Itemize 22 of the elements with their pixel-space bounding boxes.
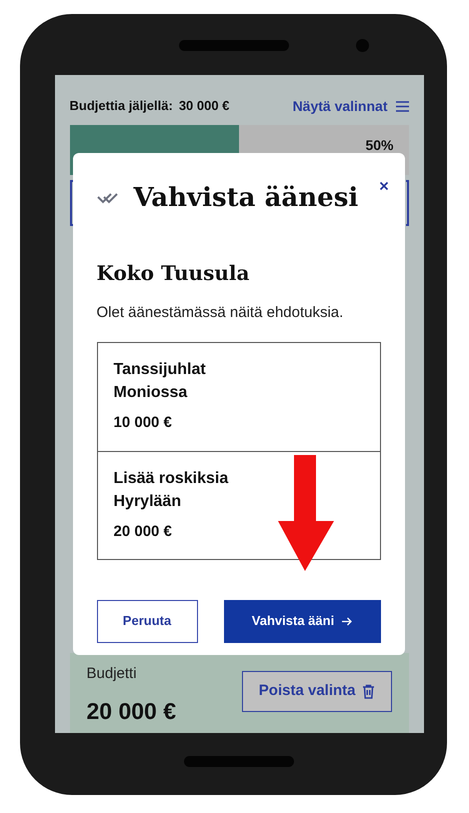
show-selections-link[interactable]: Näytä valinnat — [292, 96, 408, 116]
confirm-button[interactable]: Vahvista ääni — [224, 600, 380, 642]
arrow-right-icon — [342, 616, 352, 626]
proposal-name: Lisää roskiksia Hyrylään — [114, 468, 230, 512]
remove-selection-button[interactable]: Poista valinta — [242, 671, 392, 712]
progress-reading: 50% — [365, 137, 394, 153]
dialog-title: Vahvista äänesi — [134, 182, 358, 215]
dialog-intro: Olet äänestämässä näitä ehdotuksia. — [96, 303, 344, 323]
budget-card-amount: 20 000 € — [86, 696, 176, 726]
trash-icon — [362, 684, 374, 699]
budget-remaining: 30 000 € — [178, 97, 230, 116]
proposal-amount: 20 000 € — [114, 522, 173, 542]
double-check-icon — [96, 192, 118, 204]
area-heading: Koko Tuusula — [96, 260, 250, 287]
budget-card-label: Budjetti — [86, 664, 138, 684]
close-button[interactable] — [378, 181, 388, 191]
cancel-button[interactable]: Peruuta — [96, 600, 198, 642]
proposal-amount: 10 000 € — [114, 412, 173, 432]
budget-label: Budjettia jäljellä: — [70, 97, 173, 116]
proposal-name: Tanssijuhlat Moniossa — [114, 360, 207, 402]
menu-icon — [396, 100, 408, 112]
close-icon — [378, 181, 388, 191]
